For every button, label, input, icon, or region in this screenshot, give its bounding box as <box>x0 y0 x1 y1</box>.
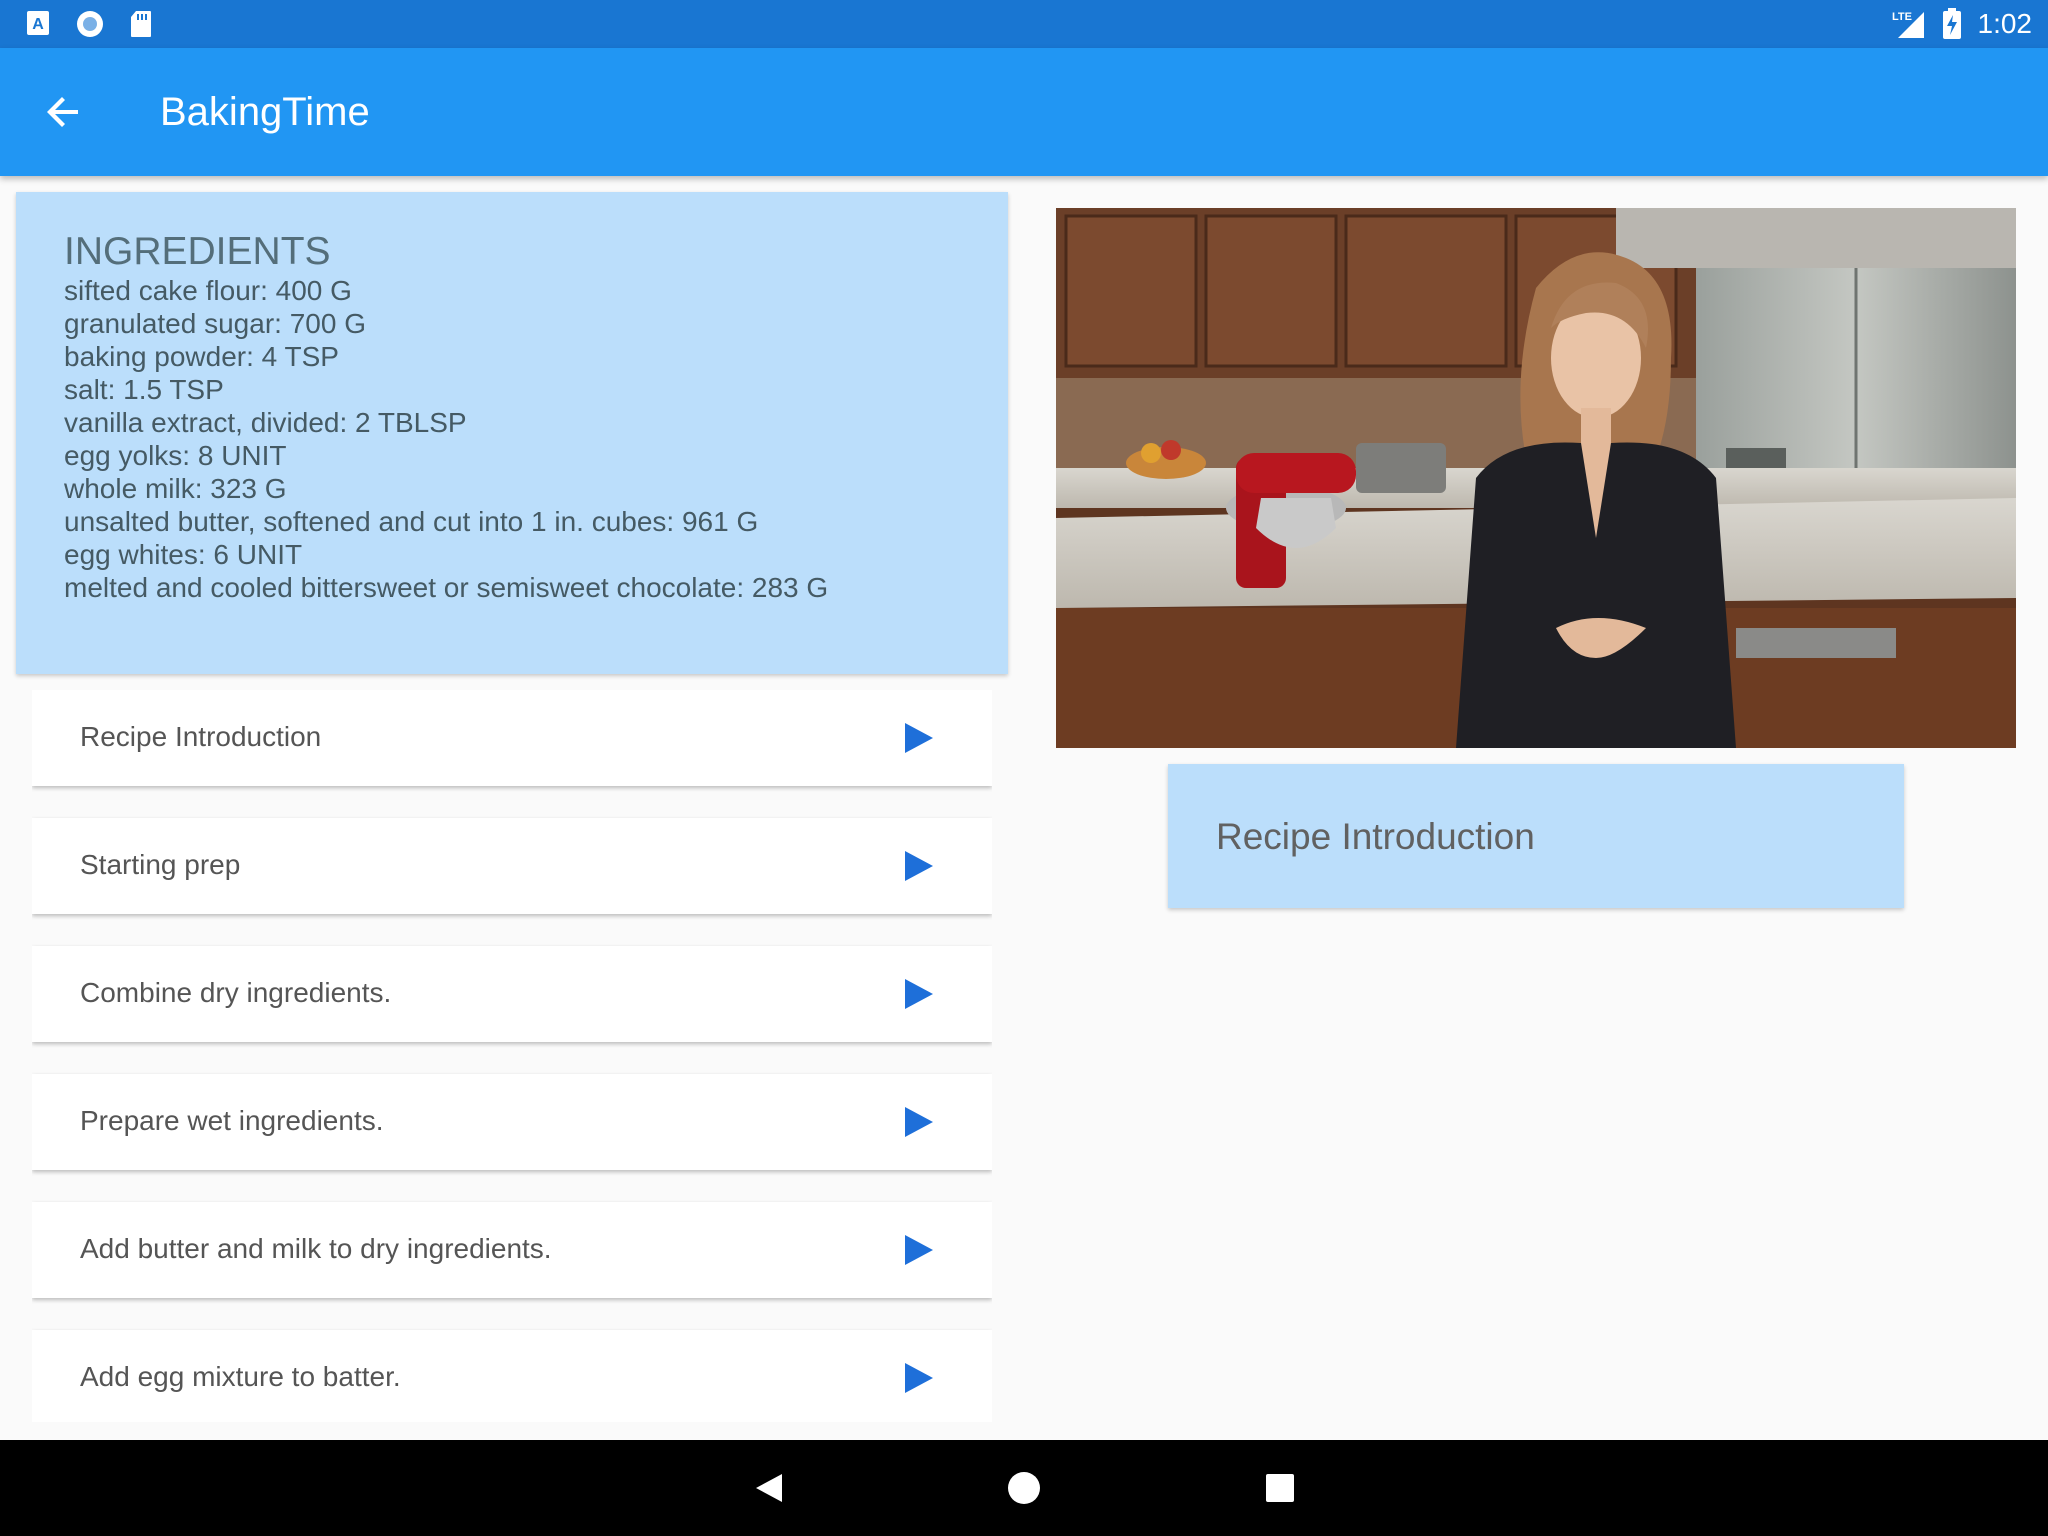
video-frame-kitchen-host <box>1056 208 2016 748</box>
ingredients-title: INGREDIENTS <box>64 230 331 273</box>
arrow-back-icon <box>47 97 78 127</box>
step-label: Prepare wet ingredients. <box>80 1105 384 1136</box>
app-title: BakingTime <box>160 90 370 134</box>
ingredients-list: sifted cake flour: 400 G granulated suga… <box>64 274 828 604</box>
ingredients-card: INGREDIENTS sifted cake flour: 400 G gra… <box>16 192 1008 674</box>
ingredient-item: sifted cake flour: 400 G <box>64 275 352 306</box>
circle-notification-icon <box>77 11 103 37</box>
play-icon[interactable] <box>904 722 934 754</box>
step-item-recipe-introduction[interactable]: Recipe Introduction <box>32 690 992 786</box>
play-icon[interactable] <box>904 1106 934 1138</box>
ingredient-item: baking powder: 4 TSP <box>64 341 339 372</box>
steps-list[interactable]: Recipe Introduction Starting prep Combin… <box>32 690 992 1422</box>
step-item-starting-prep[interactable]: Starting prep <box>32 818 992 914</box>
selected-step-card: Recipe Introduction <box>1168 764 1904 908</box>
home-circle-icon[interactable] <box>1004 1468 1044 1508</box>
battery-charging-icon <box>1943 8 1961 39</box>
play-icon[interactable] <box>904 1362 934 1394</box>
step-item-combine-dry[interactable]: Combine dry ingredients. <box>32 946 992 1042</box>
ingredient-item: salt: 1.5 TSP <box>64 374 224 405</box>
system-nav-bar <box>0 1440 2048 1536</box>
back-button[interactable] <box>40 88 104 136</box>
step-label: Starting prep <box>80 849 241 880</box>
ingredient-item: unsalted butter, softened and cut into 1… <box>64 506 759 537</box>
back-triangle-icon[interactable] <box>750 1468 790 1508</box>
lte-signal-icon: LTE <box>1892 11 1924 38</box>
svg-text:LTE: LTE <box>1892 11 1912 23</box>
play-icon[interactable] <box>904 978 934 1010</box>
video-player[interactable] <box>1056 208 2016 748</box>
app-bar: BakingTime <box>0 48 2048 176</box>
android-a-icon: A <box>27 11 49 35</box>
sd-card-icon <box>131 11 151 37</box>
ingredient-item: egg whites: 6 UNIT <box>64 539 303 570</box>
step-item-prepare-wet[interactable]: Prepare wet ingredients. <box>32 1074 992 1170</box>
selected-step-label: Recipe Introduction <box>1216 816 1535 857</box>
status-time: 1:02 <box>1977 8 2033 39</box>
ingredient-item: vanilla extract, divided: 2 TBLSP <box>64 407 467 438</box>
ingredient-item: whole milk: 323 G <box>64 473 287 504</box>
step-label: Combine dry ingredients. <box>80 977 392 1008</box>
step-label: Recipe Introduction <box>80 721 322 752</box>
step-item-add-butter-milk[interactable]: Add butter and milk to dry ingredients. <box>32 1202 992 1298</box>
status-bar: A LTE 1:02 <box>0 0 2048 48</box>
ingredient-item: melted and cooled bittersweet or semiswe… <box>64 572 829 603</box>
step-label: Add egg mixture to batter. <box>80 1361 401 1392</box>
ingredient-item: granulated sugar: 700 G <box>64 308 366 339</box>
play-icon[interactable] <box>904 850 934 882</box>
recents-square-icon[interactable] <box>1260 1468 1300 1508</box>
step-label: Add butter and milk to dry ingredients. <box>80 1233 552 1264</box>
step-item-add-egg-mixture[interactable]: Add egg mixture to batter. <box>32 1330 992 1422</box>
ingredient-item: egg yolks: 8 UNIT <box>64 440 287 471</box>
svg-text:A: A <box>32 16 44 33</box>
play-icon[interactable] <box>904 1234 934 1266</box>
